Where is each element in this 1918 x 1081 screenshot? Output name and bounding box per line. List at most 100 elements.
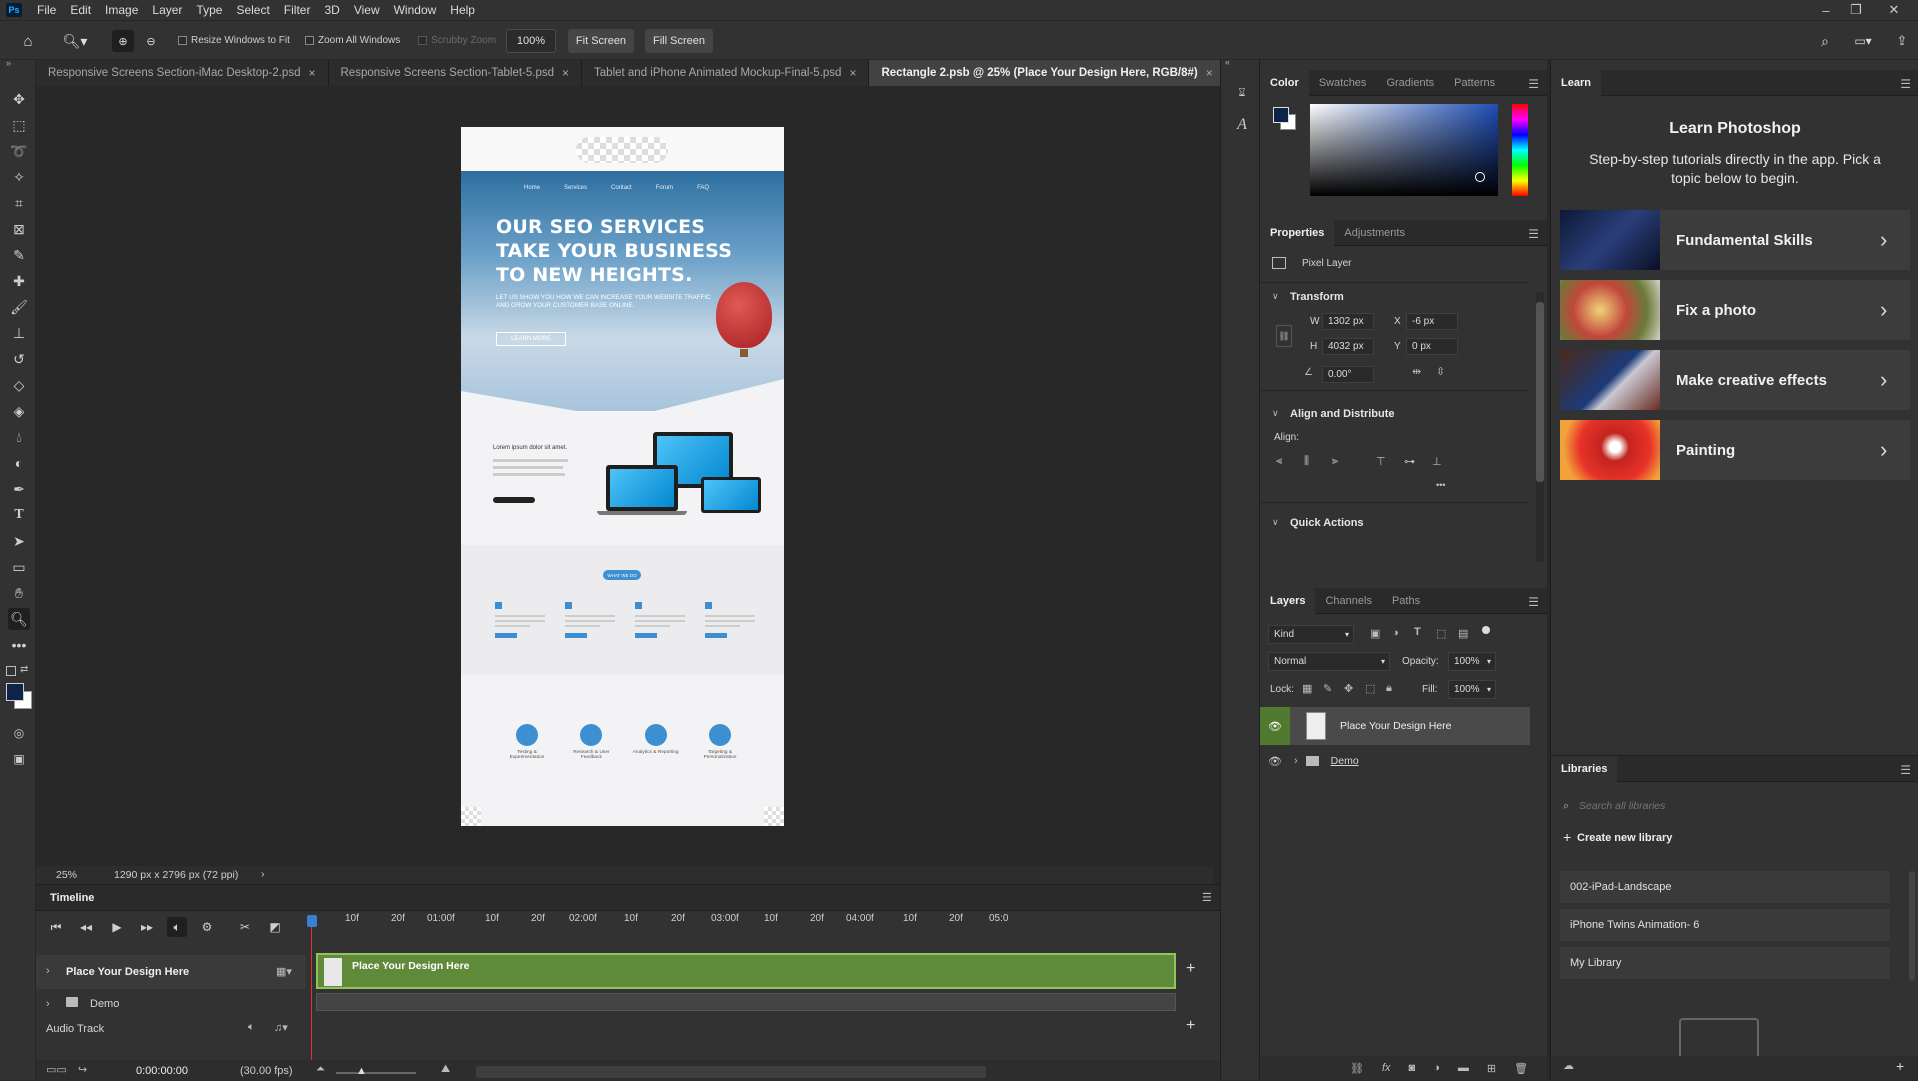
menu-view[interactable]: View: [347, 3, 387, 17]
prev-frame-icon[interactable]: ◂◂: [76, 917, 96, 937]
library-item[interactable]: My Library: [1560, 947, 1890, 979]
history-brush-icon[interactable]: ↺: [8, 348, 30, 370]
screen-mode-icon[interactable]: ▣: [8, 748, 30, 770]
collapse-dock-icon[interactable]: «: [1225, 57, 1230, 67]
menu-type[interactable]: Type: [189, 3, 229, 17]
tab-libraries[interactable]: Libraries: [1551, 755, 1618, 782]
tab-learn[interactable]: Learn: [1551, 69, 1601, 96]
expand-track-icon[interactable]: ›: [46, 998, 50, 1010]
link-layers-icon[interactable]: ⛓: [1350, 1062, 1364, 1075]
add-library-element-icon[interactable]: +: [1896, 1058, 1904, 1074]
pen-tool-icon[interactable]: ✒: [8, 478, 30, 500]
tab-properties[interactable]: Properties: [1260, 219, 1335, 246]
restore-icon[interactable]: ❐: [1842, 0, 1870, 20]
tab-tablet-iphone-mockup[interactable]: Tablet and iPhone Animated Mockup-Final-…: [582, 60, 870, 86]
align-left-icon[interactable]: ⫷: [1276, 455, 1282, 468]
filter-shape-icon[interactable]: ⬚: [1436, 627, 1446, 640]
fill-field[interactable]: 100% ▾: [1448, 680, 1496, 699]
quick-mask-icon[interactable]: ◎: [8, 722, 30, 744]
menu-window[interactable]: Window: [387, 3, 444, 17]
zoom-out-timeline-icon[interactable]: ⏶: [316, 1063, 325, 1076]
move-tool-icon[interactable]: ✥: [8, 88, 30, 110]
menu-edit[interactable]: Edit: [63, 3, 98, 17]
lock-artboard-icon[interactable]: ⬚: [1365, 682, 1375, 695]
learn-card-creative-effects[interactable]: Make creative effects ›: [1560, 350, 1910, 410]
close-window-icon[interactable]: ✕: [1880, 0, 1908, 20]
close-tab-icon[interactable]: ×: [849, 66, 856, 80]
timeline-menu-icon[interactable]: ☰: [1202, 891, 1212, 904]
magic-wand-tool-icon[interactable]: ✧: [8, 166, 30, 188]
tab-swatches[interactable]: Swatches: [1309, 70, 1377, 96]
swap-colors-icon[interactable]: ⇄: [20, 664, 28, 675]
frame-animation-icon[interactable]: ▭▭: [46, 1063, 67, 1076]
foreground-swatch[interactable]: [1273, 107, 1289, 123]
x-field[interactable]: -6 px: [1406, 313, 1458, 330]
blur-tool-icon[interactable]: 💧︎: [8, 426, 30, 448]
character-panel-icon[interactable]: A: [1231, 114, 1253, 136]
group-track-bar[interactable]: [316, 993, 1176, 1011]
layer-row[interactable]: 👁︎ › Demo: [1260, 747, 1530, 775]
align-top-icon[interactable]: ⊤: [1376, 455, 1386, 468]
hue-slider[interactable]: [1512, 104, 1528, 196]
cloud-sync-icon[interactable]: ☁: [1563, 1059, 1574, 1072]
track-film-icon[interactable]: ▦▾: [276, 965, 292, 978]
split-icon[interactable]: ✂: [235, 917, 255, 937]
filter-type-icon[interactable]: T: [1414, 626, 1421, 638]
timeline-ruler[interactable]: 10f 20f 01:00f 10f 20f 02:00f 10f 20f 03…: [306, 913, 1206, 931]
learn-card-painting[interactable]: Painting ›: [1560, 420, 1910, 480]
menu-3d[interactable]: 3D: [317, 3, 346, 17]
add-audio-icon[interactable]: +: [1186, 1017, 1195, 1035]
marquee-tool-icon[interactable]: ⬚: [8, 114, 30, 136]
expand-track-icon[interactable]: ›: [46, 965, 50, 977]
tab-patterns[interactable]: Patterns: [1444, 70, 1505, 96]
tab-color[interactable]: Color: [1260, 69, 1309, 96]
layer-row-selected[interactable]: 👁︎ Place Your Design Here: [1260, 707, 1530, 745]
menu-select[interactable]: Select: [229, 3, 276, 17]
path-selection-icon[interactable]: ➤: [8, 530, 30, 552]
tab-adjustments[interactable]: Adjustments: [1334, 220, 1415, 246]
healing-brush-icon[interactable]: ✚: [8, 270, 30, 292]
tab-paths[interactable]: Paths: [1382, 588, 1430, 614]
new-layer-icon[interactable]: ⊞: [1487, 1062, 1496, 1075]
eyedropper-tool-icon[interactable]: ✎: [8, 244, 30, 266]
lock-pixels-icon[interactable]: ✎: [1323, 682, 1332, 695]
audio-icon[interactable]: 🔈︎: [167, 917, 187, 937]
timeline-settings-icon[interactable]: ⚙: [197, 917, 217, 937]
panel-menu-icon[interactable]: ☰: [1528, 595, 1539, 609]
fit-screen-button[interactable]: Fit Screen: [568, 29, 634, 53]
add-mask-icon[interactable]: ◙: [1409, 1062, 1416, 1074]
more-tools-icon[interactable]: •••: [8, 634, 30, 656]
play-icon[interactable]: ▶: [107, 917, 127, 937]
type-tool-icon[interactable]: T: [8, 504, 30, 526]
align-right-icon[interactable]: ⫸: [1332, 455, 1338, 468]
blend-mode-select[interactable]: Normal ▾: [1268, 652, 1390, 671]
audio-note-icon[interactable]: ♫▾: [274, 1021, 288, 1034]
library-item[interactable]: iPhone Twins Animation- 6: [1560, 909, 1890, 941]
zoom-all-windows-checkbox[interactable]: Zoom All Windows: [305, 35, 400, 46]
eraser-tool-icon[interactable]: ◇: [8, 374, 30, 396]
align-bottom-icon[interactable]: ⊥: [1432, 455, 1442, 468]
tab-channels[interactable]: Channels: [1315, 588, 1381, 614]
library-item[interactable]: 002-iPad-Landscape: [1560, 871, 1890, 903]
adjustment-layer-icon[interactable]: ◑: [1433, 1062, 1440, 1074]
tab-layers[interactable]: Layers: [1260, 587, 1316, 614]
menu-file[interactable]: File: [30, 3, 63, 17]
filter-adjustment-icon[interactable]: ◑: [1392, 627, 1399, 639]
collapse-align-icon[interactable]: ∨: [1272, 408, 1279, 419]
filter-pixel-icon[interactable]: ▣: [1370, 627, 1380, 640]
minimize-icon[interactable]: –: [1812, 0, 1840, 20]
visibility-eye-icon[interactable]: 👁︎: [1260, 707, 1290, 745]
dodge-tool-icon[interactable]: ◐: [8, 452, 30, 474]
learn-card-fix-a-photo[interactable]: Fix a photo ›: [1560, 280, 1910, 340]
audio-mute-icon[interactable]: 🔈︎: [248, 1021, 255, 1034]
collapse-transform-icon[interactable]: ∨: [1272, 291, 1279, 302]
zoom-tool-preset-icon[interactable]: 🔍︎▾: [60, 31, 90, 51]
render-video-icon[interactable]: ↪: [78, 1063, 87, 1076]
playhead[interactable]: [307, 915, 317, 927]
home-icon[interactable]: ⌂: [18, 32, 38, 50]
frame-tool-icon[interactable]: ⊠: [8, 218, 30, 240]
angle-field[interactable]: 0.00°: [1322, 366, 1374, 383]
expand-group-icon[interactable]: ›: [1294, 755, 1298, 767]
zoom-value-field[interactable]: 100%: [506, 29, 556, 53]
status-menu-arrow[interactable]: ›: [261, 868, 265, 880]
